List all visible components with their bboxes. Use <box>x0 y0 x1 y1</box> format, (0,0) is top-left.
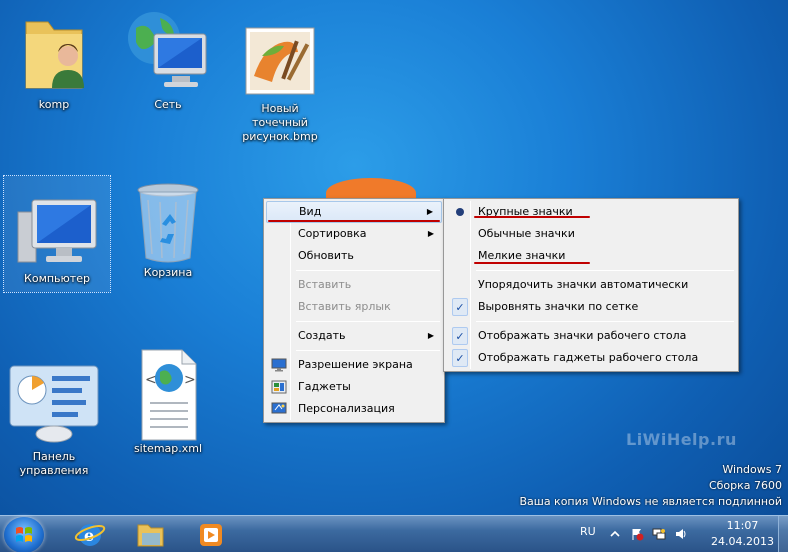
submenu-arrow-icon: ▶ <box>426 207 433 216</box>
svg-text:<: < <box>145 372 157 388</box>
action-center-flag-icon[interactable] <box>630 527 644 541</box>
annotation-underline-large-icons <box>474 216 590 218</box>
svg-text:>: > <box>184 372 196 388</box>
windows-edition: Windows 7 <box>722 463 782 476</box>
desktop-icon-bmp[interactable]: Новый точечный рисунок.bmp <box>232 8 328 144</box>
recycle-bin-icon <box>132 180 204 266</box>
annotation-underline-small-icons <box>474 262 590 264</box>
menu-separator <box>476 270 734 271</box>
internet-explorer-icon: e <box>74 524 106 546</box>
language-indicator[interactable]: RU <box>580 525 596 538</box>
menu-item-sort[interactable]: Сортировка ▶ <box>266 223 442 245</box>
menu-separator <box>296 350 440 351</box>
menu-item-label: Отображать значки рабочего стола <box>478 329 687 342</box>
desktop-icon-label: komp <box>38 98 70 111</box>
monitor-icon <box>271 358 287 372</box>
windows-version-info: Windows 7 Сборка 7600 Ваша копия Windows… <box>519 462 782 510</box>
control-panel-icon <box>6 362 102 446</box>
view-submenu: Крупные значки Обычные значки Мелкие зна… <box>443 198 739 372</box>
chevron-up-icon[interactable] <box>608 527 622 541</box>
menu-item-refresh[interactable]: Обновить <box>266 245 442 267</box>
menu-item-label: Обновить <box>298 249 354 262</box>
menu-item-align-to-grid[interactable]: ✓ Выровнять значки по сетке <box>446 296 736 318</box>
gadgets-icon <box>271 380 287 394</box>
desktop-icon-label: Сеть <box>154 98 182 111</box>
checkmark-icon: ✓ <box>452 327 468 345</box>
radio-selected-icon <box>456 208 464 216</box>
clock-time: 11:07 <box>726 519 759 532</box>
menu-item-new[interactable]: Создать ▶ <box>266 325 442 347</box>
desktop-icon-label: Панель управления <box>19 450 89 477</box>
paint-picture-icon <box>244 26 316 96</box>
taskbar: e RU 11:07 24.04.2013 <box>0 515 788 552</box>
annotation-underline-view <box>268 220 440 222</box>
clock-date: 24.04.2013 <box>711 535 774 548</box>
network-icon[interactable] <box>652 527 666 541</box>
network-globe-icon <box>128 8 207 94</box>
desktop-icon-komp[interactable]: komp <box>6 8 102 112</box>
menu-separator <box>296 321 440 322</box>
desktop-icon-label: Новый точечный рисунок.bmp <box>242 102 318 143</box>
menu-item-label: Разрешение экрана <box>298 358 413 371</box>
taskbar-media-player-button[interactable] <box>184 519 236 551</box>
system-tray: RU 11:07 24.04.2013 <box>558 516 788 552</box>
submenu-arrow-icon: ▶ <box>427 331 434 340</box>
desktop-icon-label: Корзина <box>143 266 193 279</box>
media-player-icon <box>200 524 222 546</box>
desktop-icon-control-panel[interactable]: Панель управления <box>6 362 102 478</box>
menu-item-show-gadgets[interactable]: ✓ Отображать гаджеты рабочего стола <box>446 347 736 369</box>
clock[interactable]: 11:07 24.04.2013 <box>711 518 774 550</box>
submenu-arrow-icon: ▶ <box>427 229 434 238</box>
start-button[interactable] <box>4 517 44 552</box>
menu-item-label: Гаджеты <box>298 380 351 393</box>
taskbar-ie-button[interactable]: e <box>64 519 116 551</box>
checkmark-icon: ✓ <box>452 349 468 367</box>
menu-item-label: Вставить ярлык <box>298 300 391 313</box>
menu-item-large-icons[interactable]: Крупные значки <box>446 201 736 223</box>
menu-item-label: Выровнять значки по сетке <box>478 300 639 313</box>
windows-logo-icon <box>16 527 32 542</box>
menu-separator <box>296 270 440 271</box>
site-watermark: LiWiHelp.ru <box>626 430 737 449</box>
windows-build: Сборка 7600 <box>708 479 782 492</box>
menu-separator <box>476 321 734 322</box>
menu-item-label: Отображать гаджеты рабочего стола <box>478 351 699 364</box>
menu-item-label: Вид <box>299 205 322 218</box>
menu-item-paste-shortcut: Вставить ярлык <box>266 296 442 318</box>
menu-item-show-desktop-icons[interactable]: ✓ Отображать значки рабочего стола <box>446 325 736 347</box>
menu-item-label: Упорядочить значки автоматически <box>478 278 689 291</box>
menu-item-label: Мелкие значки <box>478 249 566 262</box>
desktop-icon-label: sitemap.xml <box>133 442 203 455</box>
menu-item-medium-icons[interactable]: Обычные значки <box>446 223 736 245</box>
menu-item-auto-arrange[interactable]: Упорядочить значки автоматически <box>446 274 736 296</box>
menu-item-paste: Вставить <box>266 274 442 296</box>
menu-item-label: Обычные значки <box>478 227 575 240</box>
checkmark-icon: ✓ <box>452 298 468 316</box>
xml-document-icon: < > <box>132 348 204 442</box>
desktop-icon-computer[interactable]: Компьютер <box>3 175 111 293</box>
desktop-icon-label: Компьютер <box>24 272 90 285</box>
desktop-context-menu: Вид ▶ Сортировка ▶ Обновить Вставить Вст… <box>263 198 445 423</box>
menu-item-personalization[interactable]: Персонализация <box>266 398 442 420</box>
computer-monitor-icon <box>12 186 102 272</box>
menu-item-label: Создать <box>298 329 346 342</box>
user-folder-icon <box>18 8 90 94</box>
taskbar-explorer-button[interactable] <box>124 519 176 551</box>
menu-item-gadgets[interactable]: Гаджеты <box>266 376 442 398</box>
menu-item-label: Вставить <box>298 278 352 291</box>
desktop-icon-sitemap[interactable]: < > sitemap.xml <box>120 348 216 456</box>
show-desktop-button[interactable] <box>778 516 788 552</box>
folder-icon <box>137 524 164 547</box>
desktop-icon-network[interactable]: Сеть <box>120 8 216 112</box>
windows-genuine-notice: Ваша копия Windows не является подлинной <box>519 495 782 508</box>
menu-item-label: Сортировка <box>298 227 367 240</box>
volume-icon[interactable] <box>674 527 688 541</box>
menu-item-label: Персонализация <box>298 402 395 415</box>
menu-item-screen-resolution[interactable]: Разрешение экрана <box>266 354 442 376</box>
desktop-icon-recycle-bin[interactable]: Корзина <box>120 176 216 280</box>
personalization-icon <box>271 402 287 414</box>
